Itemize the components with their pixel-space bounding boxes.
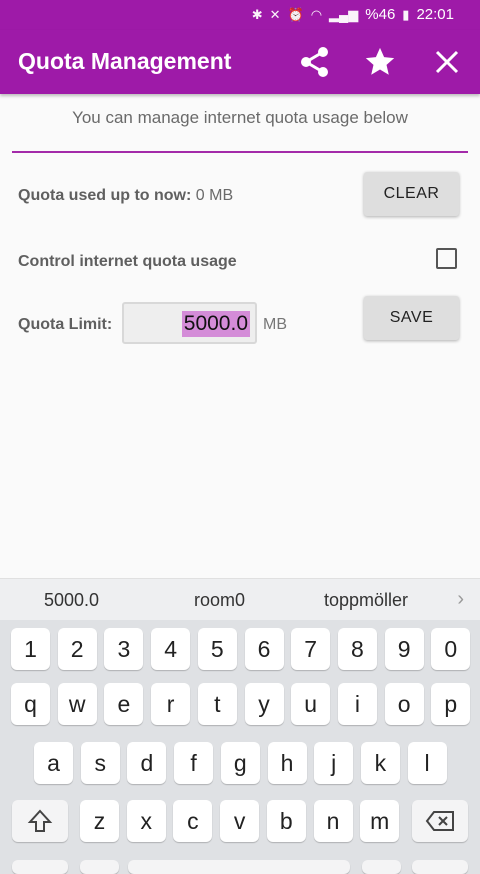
key-7[interactable]: 7: [291, 628, 331, 670]
key-f[interactable]: f: [174, 742, 214, 784]
key-u[interactable]: u: [291, 683, 331, 725]
key-2[interactable]: 2: [57, 628, 97, 670]
quota-limit-value: 5000.0: [181, 311, 250, 337]
space-key[interactable]: [128, 860, 350, 874]
suggestion-item[interactable]: toppmöller: [324, 590, 408, 611]
quota-used-value: 0 MB: [195, 187, 234, 204]
key-s[interactable]: s: [80, 742, 120, 784]
close-icon: [435, 50, 459, 74]
key-1[interactable]: 1: [11, 628, 50, 670]
key-4[interactable]: 4: [151, 628, 191, 670]
key-p[interactable]: p: [431, 683, 471, 725]
status-bar: ✱ ✕ ⏰ ◠ ▂▄▆ %46 ▮ 22:01: [0, 0, 480, 30]
favorite-button[interactable]: [360, 42, 400, 82]
page-subtitle: You can manage internet quota usage belo…: [72, 108, 408, 127]
star-icon: [365, 47, 395, 75]
key-e[interactable]: e: [104, 683, 144, 725]
chevron-right-icon[interactable]: ›: [457, 588, 464, 611]
key-j[interactable]: j: [314, 742, 354, 784]
backspace-key[interactable]: [412, 800, 468, 842]
key-i[interactable]: i: [337, 683, 377, 725]
close-button[interactable]: [427, 42, 467, 82]
battery-icon: ▮: [402, 6, 410, 22]
key-r[interactable]: r: [151, 683, 191, 725]
period-key[interactable]: [362, 860, 401, 874]
key-0[interactable]: 0: [431, 628, 471, 670]
backspace-icon: [425, 811, 454, 831]
mute-icon: ✕: [269, 6, 281, 22]
suggestion-item[interactable]: room0: [194, 590, 245, 611]
key-w[interactable]: w: [57, 683, 97, 725]
key-3[interactable]: 3: [104, 628, 144, 670]
key-x[interactable]: x: [126, 800, 166, 842]
key-a[interactable]: a: [34, 742, 73, 784]
bluetooth-icon: ✱: [251, 6, 263, 22]
key-t[interactable]: t: [197, 683, 237, 725]
signal-icon: ▂▄▆: [329, 6, 359, 22]
key-y[interactable]: y: [244, 683, 284, 725]
quota-used-label: Quota used up to now:: [18, 187, 192, 204]
key-8[interactable]: 8: [337, 628, 377, 670]
soft-keyboard: 1234567890 qwertyuiop asdfghjkl zxcvbnm: [0, 620, 480, 874]
alarm-icon: ⏰: [287, 6, 304, 22]
shift-key[interactable]: [12, 800, 68, 842]
key-q[interactable]: q: [11, 683, 50, 725]
key-g[interactable]: g: [220, 742, 260, 784]
quota-limit-label: Quota Limit:: [18, 316, 113, 333]
suggestion-item[interactable]: 5000.0: [44, 590, 99, 611]
key-o[interactable]: o: [384, 683, 424, 725]
key-b[interactable]: b: [266, 800, 306, 842]
app-title: Quota Management: [18, 48, 232, 74]
key-v[interactable]: v: [220, 800, 260, 842]
share-button[interactable]: [295, 42, 335, 82]
mic-key[interactable]: [80, 860, 119, 874]
key-z[interactable]: z: [80, 800, 119, 842]
divider: [12, 151, 468, 153]
key-m[interactable]: m: [360, 800, 400, 842]
quota-used-row: Quota used up to now: 0 MB: [18, 187, 233, 205]
clock: 22:01: [416, 6, 454, 23]
key-l[interactable]: l: [407, 742, 447, 784]
status-icons: ✱ ✕ ⏰ ◠ ▂▄▆ %46 ▮ 22:01: [252, 6, 454, 23]
control-usage-label: Control internet quota usage: [18, 253, 237, 270]
control-usage-checkbox[interactable]: [436, 248, 457, 269]
key-n[interactable]: n: [313, 800, 353, 842]
quota-limit-input[interactable]: 5000.0: [122, 302, 257, 344]
key-9[interactable]: 9: [384, 628, 424, 670]
battery-percent: %46: [365, 6, 396, 23]
share-icon: [301, 47, 328, 77]
keyboard-suggestions: 5000.0 room0 toppmöller ›: [0, 578, 480, 620]
key-5[interactable]: 5: [197, 628, 237, 670]
wifi-icon: ◠: [310, 6, 323, 22]
shift-icon: [27, 809, 53, 832]
key-d[interactable]: d: [127, 742, 167, 784]
key-h[interactable]: h: [267, 742, 307, 784]
symbols-key[interactable]: [12, 860, 68, 874]
quota-limit-unit: MB: [263, 316, 287, 333]
enter-key[interactable]: [412, 860, 468, 874]
key-6[interactable]: 6: [244, 628, 284, 670]
key-k[interactable]: k: [360, 742, 400, 784]
save-button[interactable]: SAVE: [364, 296, 459, 340]
clear-button[interactable]: CLEAR: [364, 172, 459, 216]
key-c[interactable]: c: [173, 800, 213, 842]
app-bar: Quota Management: [0, 30, 480, 94]
